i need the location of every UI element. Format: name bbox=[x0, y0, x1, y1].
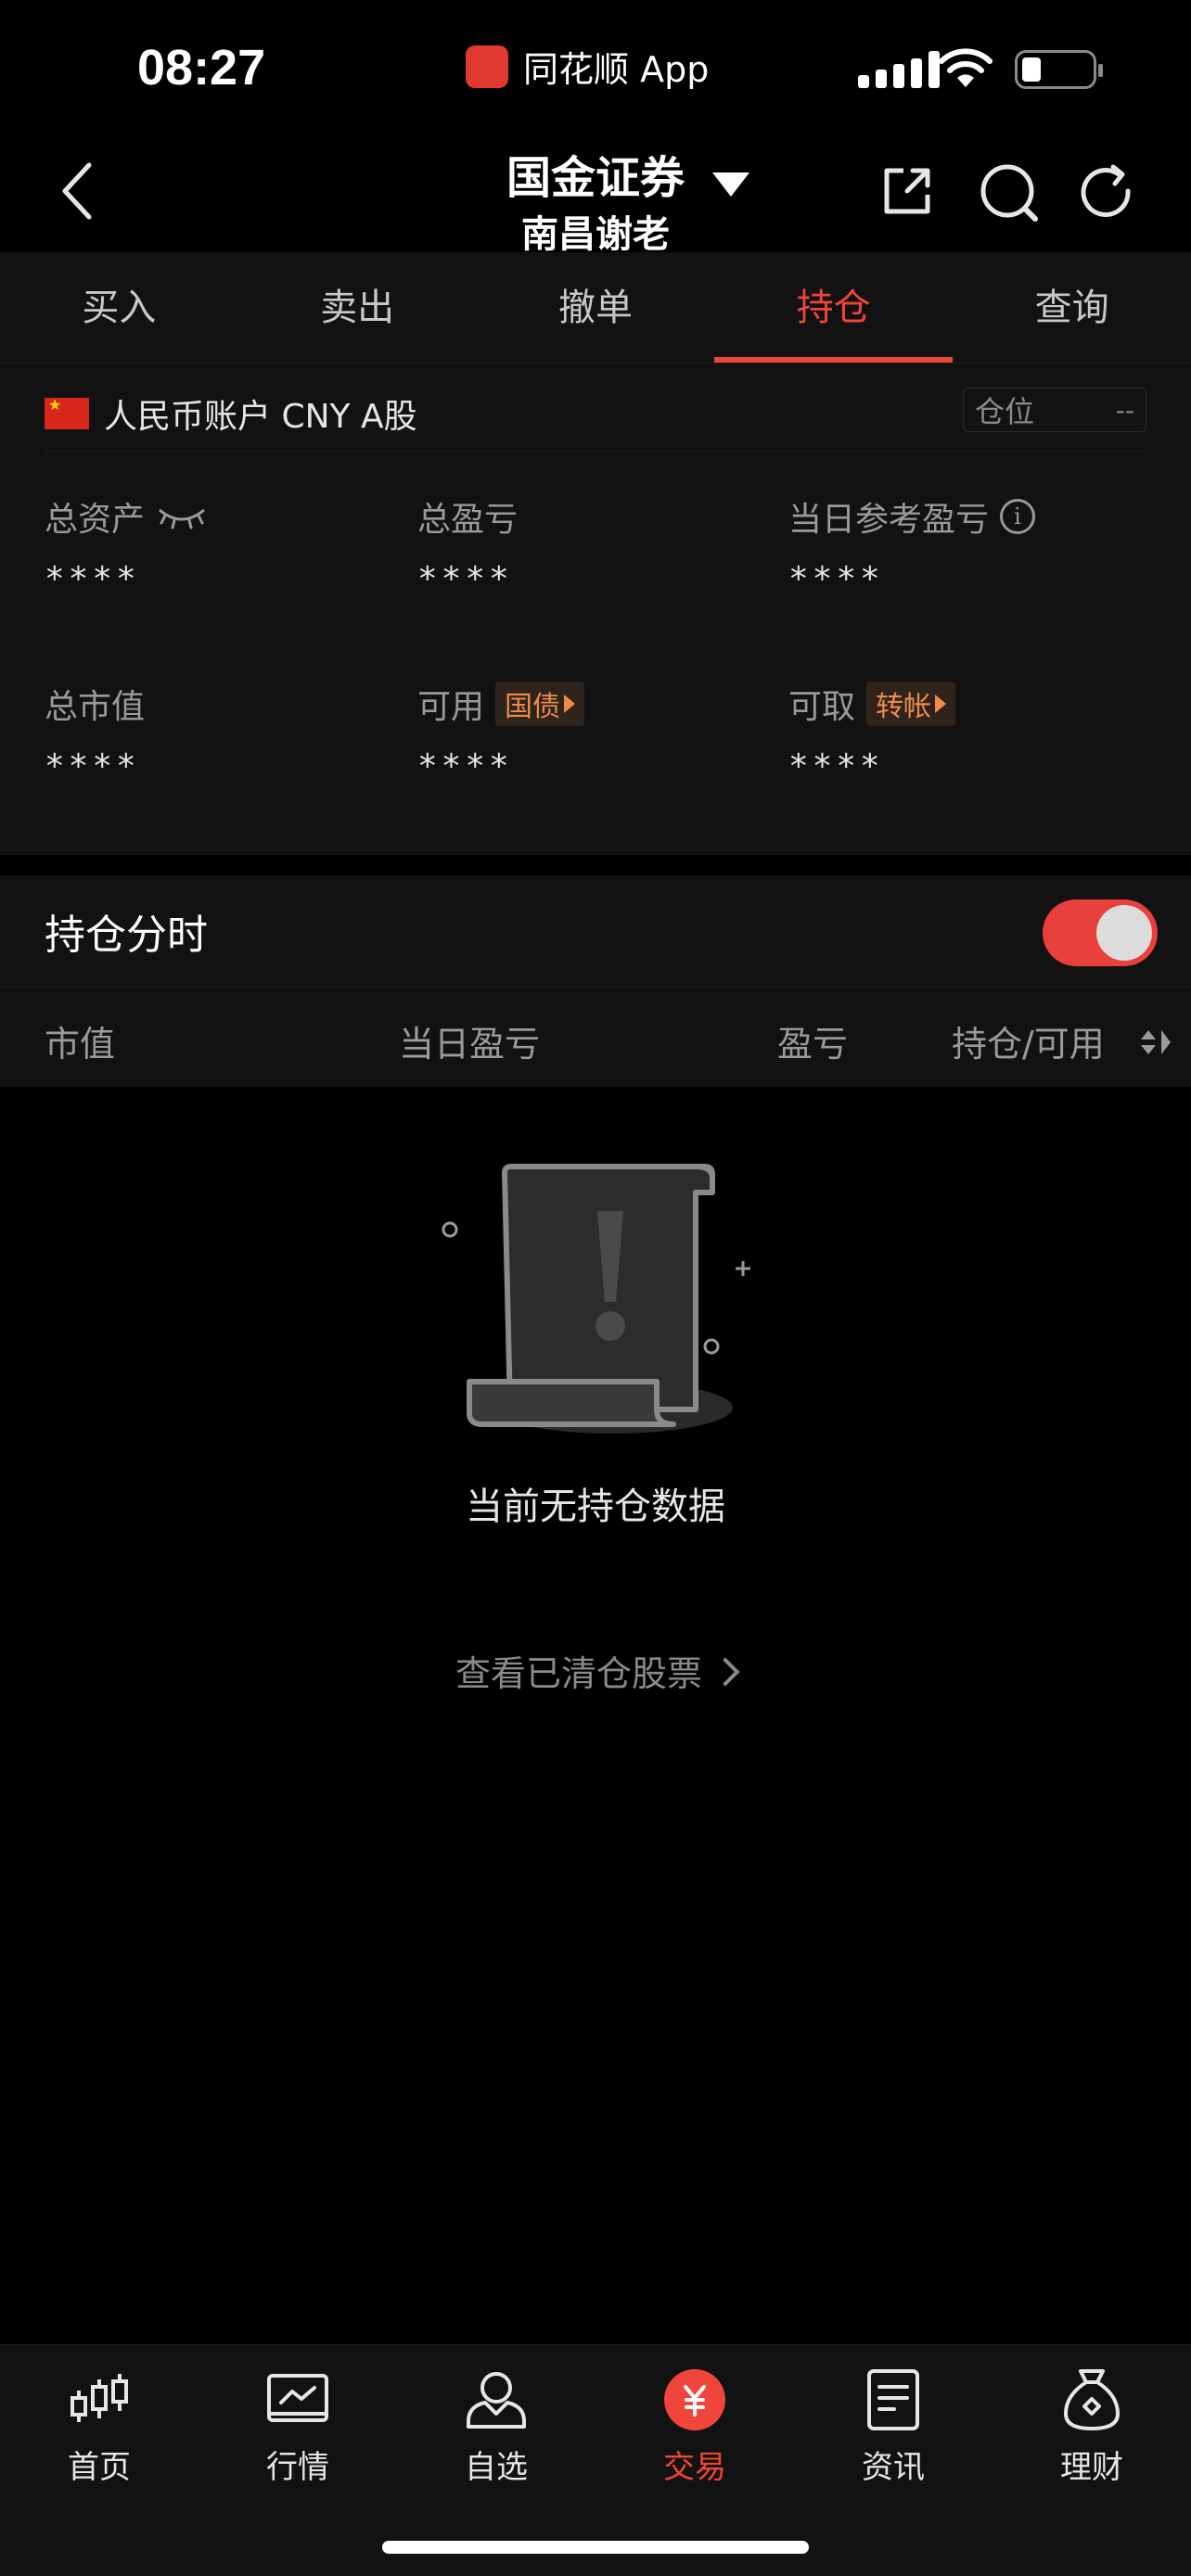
tab-buy[interactable]: 买入 bbox=[0, 252, 238, 363]
position-value: -- bbox=[1115, 394, 1134, 426]
tabbar-label: 自选 bbox=[465, 2449, 528, 2486]
account-row: 人民币账户 CNY A股 bbox=[45, 389, 417, 438]
tabbar-label: 行情 bbox=[266, 2449, 329, 2486]
col-pnl[interactable]: 盈亏 bbox=[777, 1015, 848, 1066]
chart-icon bbox=[267, 2374, 328, 2422]
wifi-icon bbox=[939, 48, 992, 87]
refresh-icon[interactable] bbox=[1078, 163, 1137, 223]
toggle-knob bbox=[1096, 905, 1152, 961]
position-indicator[interactable]: 仓位 -- bbox=[963, 388, 1146, 432]
treasury-bond-button[interactable]: 国债 bbox=[495, 682, 585, 726]
home-indicator[interactable] bbox=[382, 2541, 809, 2554]
tabbar-label: 交易 bbox=[663, 2449, 726, 2486]
tabbar-label: 理财 bbox=[1060, 2449, 1123, 2486]
tabbar-news[interactable]: 资讯 bbox=[794, 2364, 992, 2487]
document-icon bbox=[867, 2369, 919, 2430]
app-icon bbox=[466, 45, 508, 88]
tabbar-wealth[interactable]: 理财 bbox=[992, 2364, 1191, 2487]
metric-value: **** bbox=[788, 747, 884, 785]
eye-closed-icon[interactable] bbox=[156, 503, 208, 530]
metric-value: **** bbox=[45, 747, 140, 785]
metric-label: 总市值 bbox=[45, 688, 146, 726]
tag-label: 转帐 bbox=[876, 691, 932, 723]
col-daily-pnl[interactable]: 当日盈亏 bbox=[399, 1015, 540, 1066]
search-icon[interactable] bbox=[980, 163, 1039, 223]
sort-icon[interactable] bbox=[1139, 1027, 1174, 1058]
holdings-title: 持仓分时 bbox=[45, 912, 208, 959]
tabbar-label: 首页 bbox=[68, 2449, 131, 2486]
battery-icon bbox=[1015, 50, 1103, 89]
transfer-button[interactable]: 转帐 bbox=[866, 682, 956, 726]
position-label: 仓位 bbox=[975, 394, 1035, 429]
col-holding-available[interactable]: 持仓/可用 bbox=[952, 1015, 1105, 1066]
tab-holdings[interactable]: 持仓 bbox=[714, 252, 953, 363]
nav-header: 国金证券 南昌谢老 bbox=[0, 130, 1191, 256]
tabbar-trade[interactable]: 交易 bbox=[596, 2364, 794, 2487]
metric-available: 可用 国债 **** bbox=[417, 681, 770, 785]
metric-total-pnl: 总盈亏 **** bbox=[417, 493, 770, 598]
divider bbox=[45, 451, 1146, 452]
metric-total-market-value: 总市值 **** bbox=[45, 681, 397, 785]
dropdown-icon[interactable] bbox=[712, 172, 749, 197]
cleared-link-label: 查看已清仓股票 bbox=[455, 1653, 702, 1694]
share-icon[interactable] bbox=[879, 163, 935, 219]
status-bar: 08:27 同花顺 App bbox=[0, 0, 1191, 130]
metric-label: 总盈亏 bbox=[417, 501, 519, 539]
status-app: 同花顺 App bbox=[466, 41, 709, 92]
yuan-icon bbox=[664, 2369, 725, 2430]
triangle-right-icon bbox=[564, 695, 576, 713]
holdings-section: 持仓分时 市值 当日盈亏 盈亏 持仓/可用 bbox=[0, 875, 1191, 1087]
metric-value: **** bbox=[417, 560, 513, 598]
view-cleared-stocks-link[interactable]: 查看已清仓股票 bbox=[0, 1645, 1191, 1696]
chevron-right-icon bbox=[711, 1657, 740, 1687]
metric-label: 当日参考盈亏 bbox=[788, 501, 990, 539]
tab-cancel[interactable]: 撤单 bbox=[477, 252, 715, 363]
cellular-signal-icon bbox=[858, 51, 940, 88]
candlestick-icon bbox=[70, 2374, 128, 2422]
metric-total-assets: 总资产 **** bbox=[45, 493, 397, 598]
metric-daily-ref-pnl: 当日参考盈亏 i **** bbox=[788, 493, 1141, 598]
metric-label: 可取 bbox=[788, 688, 856, 726]
tabbar-home[interactable]: 首页 bbox=[0, 2364, 198, 2487]
tab-query[interactable]: 查询 bbox=[953, 252, 1191, 363]
empty-document-icon bbox=[442, 1164, 750, 1434]
tabbar-label: 资讯 bbox=[862, 2449, 925, 2486]
col-market-value[interactable]: 市值 bbox=[45, 1015, 115, 1066]
user-icon bbox=[467, 2372, 526, 2429]
holdings-timeshare-toggle[interactable] bbox=[1043, 899, 1158, 966]
tab-sell[interactable]: 卖出 bbox=[238, 252, 477, 363]
metric-value: **** bbox=[45, 560, 140, 598]
tag-label: 国债 bbox=[505, 691, 561, 723]
trade-tabs: 买入 卖出 撤单 持仓 查询 bbox=[0, 252, 1191, 363]
metric-value: **** bbox=[788, 560, 884, 598]
account-name: 人民币账户 CNY A股 bbox=[104, 398, 417, 436]
metric-label: 总资产 bbox=[45, 501, 146, 539]
tabbar-watchlist[interactable]: 自选 bbox=[397, 2364, 596, 2487]
metric-value: **** bbox=[417, 747, 513, 785]
holdings-column-header: 市值 当日盈亏 盈亏 持仓/可用 bbox=[0, 987, 1191, 1087]
account-summary: 人民币账户 CNY A股 仓位 -- 总资产 **** 总盈亏 **** 当日参… bbox=[0, 363, 1191, 855]
money-bag-icon bbox=[1063, 2369, 1121, 2431]
status-app-name: 同花顺 App bbox=[523, 49, 710, 90]
tabbar-market[interactable]: 行情 bbox=[198, 2364, 397, 2487]
status-time: 08:27 bbox=[137, 40, 266, 96]
metric-label: 可用 bbox=[417, 688, 485, 726]
triangle-right-icon bbox=[935, 695, 947, 713]
info-icon[interactable]: i bbox=[1000, 499, 1036, 534]
china-flag-icon bbox=[45, 396, 89, 429]
empty-state-text: 当前无持仓数据 bbox=[466, 1486, 725, 1528]
metric-withdrawable: 可取 转帐 **** bbox=[788, 681, 1141, 785]
